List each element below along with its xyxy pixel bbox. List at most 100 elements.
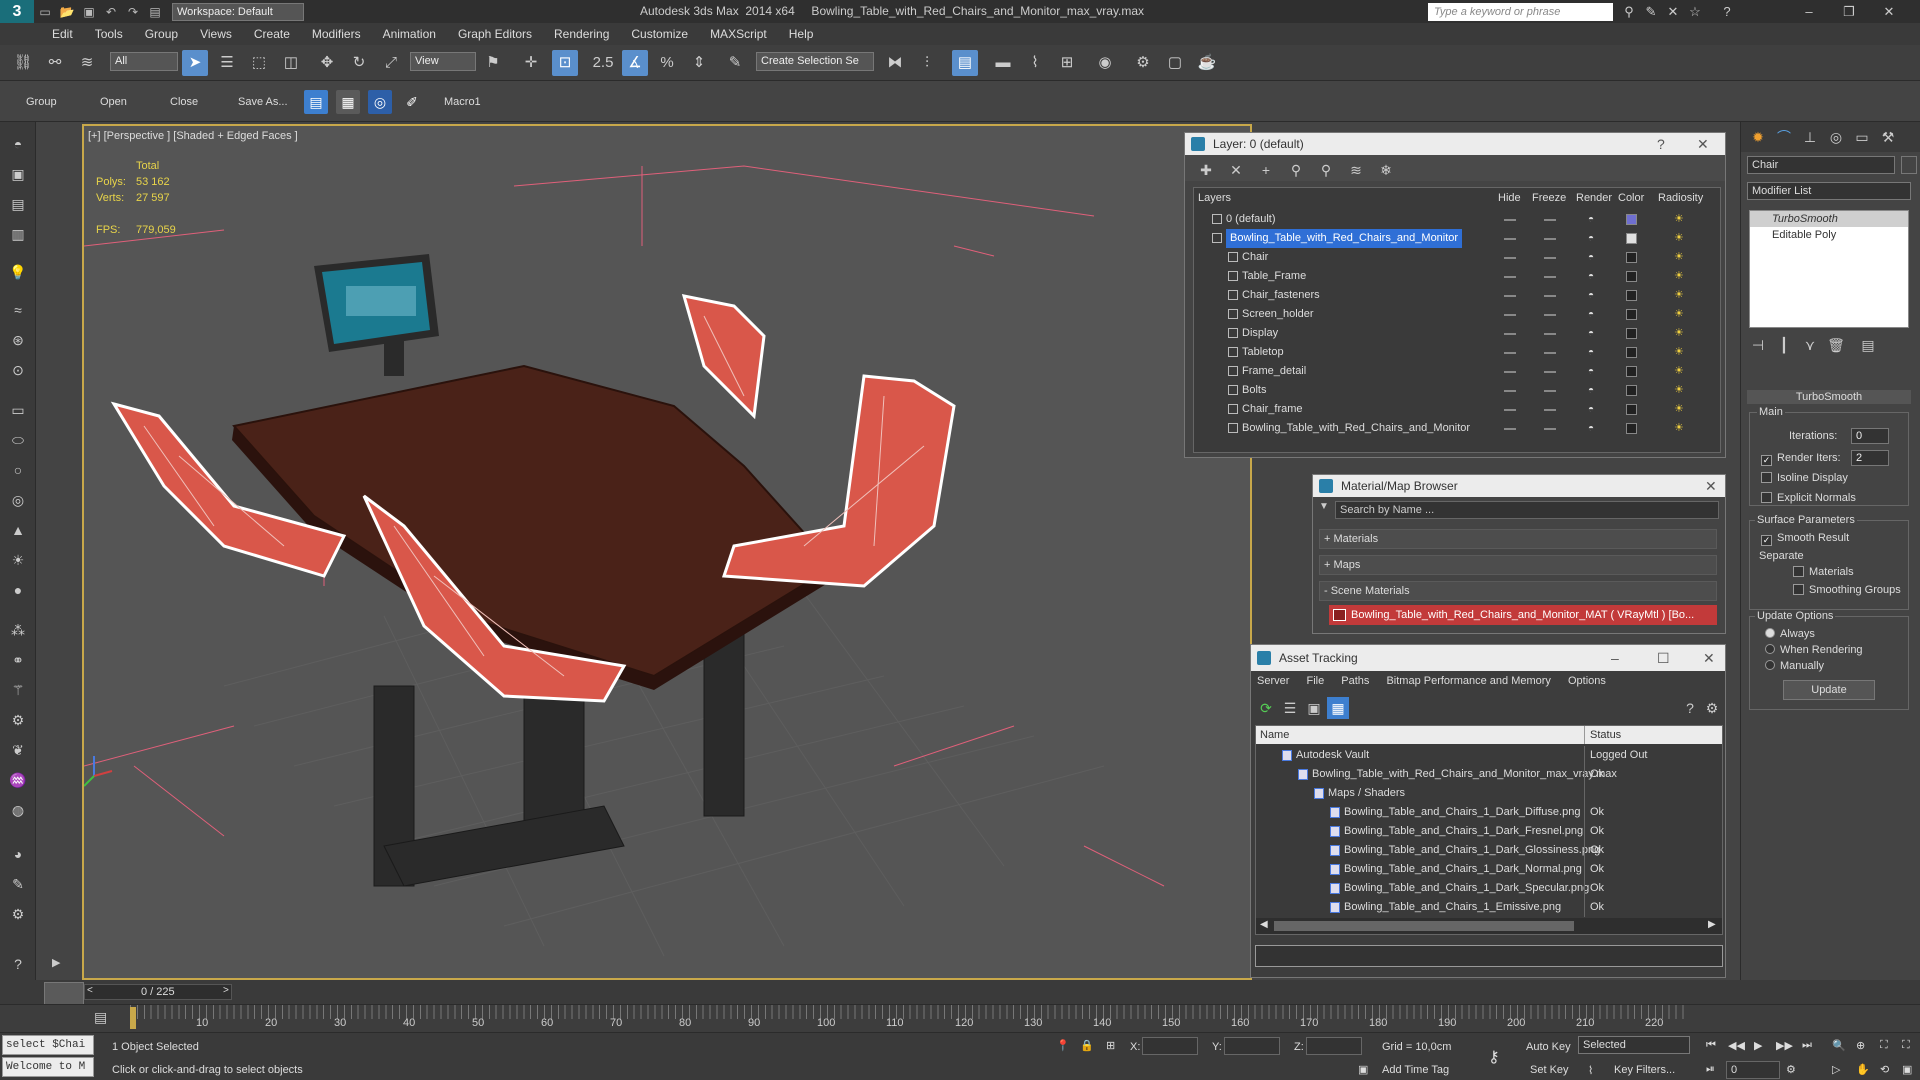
wave-icon[interactable]: ≈ bbox=[6, 298, 30, 322]
current-frame-field[interactable]: 0 bbox=[1726, 1061, 1780, 1079]
hair-icon[interactable]: ♒ bbox=[6, 768, 30, 792]
subscription-icon[interactable]: ✎ bbox=[1642, 3, 1660, 21]
asset-row[interactable]: Bowling_Table_and_Chairs_1_Dark_Glossine… bbox=[1256, 841, 1722, 860]
layer-freeze-toggle[interactable] bbox=[1544, 409, 1556, 411]
zoom-extents-all-icon[interactable]: ⛶ bbox=[1902, 1039, 1910, 1052]
angle-snap-icon[interactable]: ∡ bbox=[622, 50, 648, 76]
box-icon[interactable]: ▭ bbox=[6, 398, 30, 422]
layer-color-swatch[interactable] bbox=[1626, 252, 1637, 263]
layer-row[interactable]: Table_Frame ◓ ☀ bbox=[1194, 267, 1720, 286]
percent-snap-icon[interactable]: % bbox=[654, 50, 680, 76]
help-circle-icon[interactable]: ? bbox=[6, 952, 30, 976]
expand-arrow-icon[interactable]: ▶ bbox=[52, 956, 68, 972]
layer-hide-toggle[interactable] bbox=[1504, 295, 1516, 297]
asset-row[interactable]: Bowling_Table_and_Chairs_1_Emissive.png O… bbox=[1256, 898, 1722, 917]
named-selection-sets-dropdown[interactable]: Create Selection Se bbox=[756, 52, 874, 71]
pin-stack-icon[interactable]: ⊣ bbox=[1747, 334, 1769, 356]
modify-tab-icon[interactable]: ⌒ bbox=[1773, 126, 1795, 148]
teapot-icon[interactable]: ◓ bbox=[1588, 419, 1594, 438]
object-name-field[interactable]: Chair bbox=[1747, 156, 1895, 174]
layer-row[interactable]: Bolts ◓ ☀ bbox=[1194, 381, 1720, 400]
always-row[interactable]: Always bbox=[1765, 628, 1815, 640]
col-radiosity[interactable]: Radiosity bbox=[1658, 192, 1703, 204]
key-mode-icon[interactable]: ⌇ bbox=[1588, 1064, 1593, 1077]
scene-explorer-icon[interactable]: ▤ bbox=[304, 90, 328, 114]
when-rendering-row[interactable]: When Rendering bbox=[1765, 644, 1863, 656]
layer-color-swatch[interactable] bbox=[1626, 328, 1637, 339]
asset-row[interactable]: Bowling_Table_and_Chairs_1_Dark_Diffuse.… bbox=[1256, 803, 1722, 822]
layer-row[interactable]: Bowling_Table_with_Red_Chairs_and_Monito… bbox=[1194, 419, 1720, 438]
maps-section[interactable]: + Maps bbox=[1319, 555, 1717, 575]
menu-modifiers[interactable]: Modifiers bbox=[312, 27, 361, 41]
app-logo[interactable]: 3 bbox=[0, 0, 34, 23]
minimize-icon[interactable]: – bbox=[1800, 3, 1818, 21]
radiosity-icon[interactable]: ☀ bbox=[1674, 210, 1684, 229]
close-group-button[interactable]: Close bbox=[170, 96, 198, 108]
asset-menu-server[interactable]: Server bbox=[1257, 675, 1289, 687]
spinner-snap-icon[interactable]: ⇕ bbox=[686, 50, 712, 76]
lock-selection-icon[interactable]: 🔒 bbox=[1080, 1039, 1094, 1052]
edit-named-selection-icon[interactable]: ✎ bbox=[722, 50, 748, 76]
menu-maxscript[interactable]: MAXScript bbox=[710, 27, 767, 41]
scroll-left-icon[interactable]: ◀ bbox=[1260, 919, 1268, 930]
zoom-all-icon[interactable]: ⊕ bbox=[1856, 1039, 1865, 1052]
radiosity-icon[interactable]: ☀ bbox=[1674, 248, 1684, 267]
menu-help[interactable]: Help bbox=[789, 27, 814, 41]
always-radio[interactable] bbox=[1765, 628, 1775, 638]
thumbnail-view-icon[interactable]: ▣ bbox=[1303, 697, 1325, 719]
menu-group[interactable]: Group bbox=[145, 27, 178, 41]
pivot-center-icon[interactable]: ⚑ bbox=[480, 50, 506, 76]
layer-help-button[interactable]: ? bbox=[1657, 133, 1665, 155]
layer-freeze-toggle[interactable] bbox=[1544, 371, 1556, 373]
close-icon[interactable]: ✕ bbox=[1880, 3, 1898, 21]
asset-col-status[interactable]: Status bbox=[1590, 729, 1621, 741]
menu-create[interactable]: Create bbox=[254, 27, 290, 41]
layer-freeze-toggle[interactable] bbox=[1544, 314, 1556, 316]
pan-icon[interactable]: ✋ bbox=[1856, 1063, 1870, 1076]
layer-row[interactable]: Bowling_Table_with_Red_Chairs_and_Monito… bbox=[1194, 229, 1720, 248]
manually-row[interactable]: Manually bbox=[1765, 660, 1824, 672]
select-and-link-icon[interactable]: ⛓ bbox=[10, 50, 36, 76]
perspective-viewport[interactable]: [+] [Perspective ] [Shaded + Edged Faces… bbox=[82, 124, 1252, 980]
scroll-thumb[interactable] bbox=[1274, 921, 1574, 931]
script-icon[interactable]: ✎ bbox=[6, 872, 30, 896]
asset-col-name[interactable]: Name bbox=[1260, 729, 1289, 741]
communication-icon[interactable]: ✕ bbox=[1664, 3, 1682, 21]
explicit-normals-checkbox[interactable] bbox=[1761, 492, 1772, 503]
radiosity-icon[interactable]: ☀ bbox=[1674, 400, 1684, 419]
asset-menu-options[interactable]: Options bbox=[1568, 675, 1606, 687]
redo-icon[interactable]: ↷ bbox=[124, 3, 142, 21]
dock-icon[interactable]: ▥ bbox=[6, 222, 30, 246]
layer-color-swatch[interactable] bbox=[1626, 309, 1637, 320]
asset-menu-file[interactable]: File bbox=[1306, 675, 1324, 687]
create-tab-icon[interactable]: ✹ bbox=[1747, 126, 1769, 148]
teapot-icon[interactable]: ◓ bbox=[1588, 343, 1594, 362]
hierarchy-tab-icon[interactable]: ⊥ bbox=[1799, 126, 1821, 148]
select-scale-icon[interactable]: ⤢ bbox=[378, 50, 404, 76]
scene-materials-section[interactable]: - Scene Materials bbox=[1319, 581, 1717, 601]
track-bar-menu-icon[interactable]: ▤ bbox=[94, 1009, 107, 1026]
layer-color-swatch[interactable] bbox=[1626, 404, 1637, 415]
layer-row[interactable]: 0 (default) ◓ ☀ bbox=[1194, 210, 1720, 229]
layer-freeze-toggle[interactable] bbox=[1544, 276, 1556, 278]
schematic-view-icon[interactable]: ⊞ bbox=[1054, 50, 1080, 76]
render-iters-row[interactable]: ✓ Render Iters: bbox=[1761, 452, 1841, 466]
turbosmooth-rollout-title[interactable]: TurboSmooth bbox=[1747, 390, 1911, 404]
layer-row[interactable]: Tabletop ◓ ☀ bbox=[1194, 343, 1720, 362]
material-search-input[interactable]: Search by Name ... bbox=[1335, 501, 1719, 519]
teapot-icon[interactable]: ◓ bbox=[1588, 267, 1594, 286]
time-prev-icon[interactable]: < bbox=[87, 985, 93, 996]
teapot-icon[interactable]: ◓ bbox=[1588, 362, 1594, 381]
layer-color-swatch[interactable] bbox=[1626, 423, 1637, 434]
render-production-icon[interactable]: ☕ bbox=[1194, 50, 1220, 76]
radiosity-icon[interactable]: ☀ bbox=[1674, 362, 1684, 381]
object-color-swatch[interactable] bbox=[1901, 156, 1917, 174]
cloth-icon[interactable]: ◍ bbox=[6, 798, 30, 822]
layer-hide-toggle[interactable] bbox=[1504, 333, 1516, 335]
auto-key-button[interactable]: Auto Key bbox=[1526, 1041, 1571, 1053]
key-set-dropdown[interactable]: Selected bbox=[1578, 1036, 1690, 1054]
asset-help-icon[interactable]: ? bbox=[1679, 697, 1701, 719]
asset-row[interactable]: Bowling_Table_and_Chairs_1_Dark_Fresnel.… bbox=[1256, 822, 1722, 841]
layer-color-swatch[interactable] bbox=[1626, 366, 1637, 377]
create-layer-icon[interactable]: ✚ bbox=[1195, 159, 1217, 181]
